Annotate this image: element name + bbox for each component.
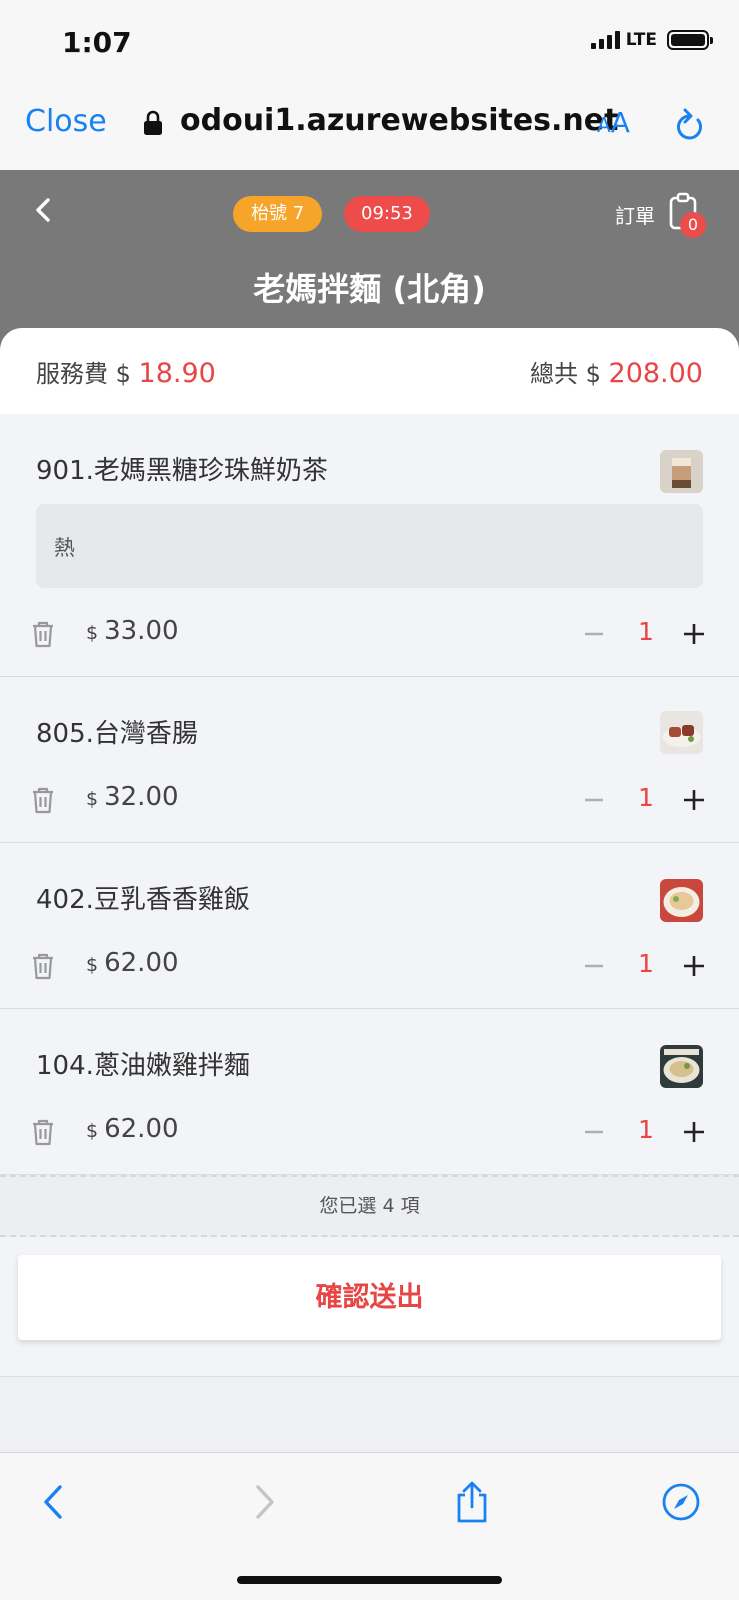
status-bar: 1:07 LTE bbox=[0, 0, 739, 86]
back-icon[interactable] bbox=[34, 1479, 74, 1525]
forward-icon[interactable] bbox=[244, 1479, 284, 1525]
cart-item-list: 901.老媽黑糖珍珠鮮奶茶 熱 $33.00 1 805.台灣香腸 $ 32.0… bbox=[0, 414, 739, 1175]
item-note: 熱 bbox=[36, 504, 703, 588]
home-indicator bbox=[237, 1576, 502, 1584]
signal-icon bbox=[590, 31, 620, 49]
trash-icon[interactable] bbox=[30, 786, 56, 814]
app-header: 枱號 7 09:53 訂單 0 老媽拌麵 (北角) bbox=[0, 170, 739, 350]
item-quantity: 1 bbox=[638, 949, 654, 978]
item-name: 805.台灣香腸 bbox=[36, 719, 198, 749]
item-price: $62.00 bbox=[86, 948, 179, 978]
network-label: LTE bbox=[625, 30, 657, 50]
increase-quantity-button[interactable] bbox=[682, 1118, 706, 1146]
item-price: $62.00 bbox=[86, 1114, 179, 1144]
back-arrow-icon[interactable] bbox=[30, 192, 58, 228]
service-fee-value: 18.90 bbox=[138, 358, 216, 389]
item-name: 104.蔥油嫩雞拌麵 bbox=[36, 1051, 250, 1081]
cart-item: 402.豆乳香香雞飯 $62.00 1 bbox=[0, 843, 739, 1009]
cart-item: 805.台灣香腸 $32.00 1 bbox=[0, 677, 739, 843]
decrease-quantity-button[interactable] bbox=[582, 1118, 606, 1146]
sausage-thumbnail-icon bbox=[660, 711, 703, 754]
total-amount: 總共 $ 208.00 bbox=[529, 358, 703, 389]
service-fee: 服務費 $ 18.90 bbox=[36, 358, 216, 389]
close-button[interactable]: Close bbox=[25, 104, 107, 139]
total-value: 208.00 bbox=[608, 358, 703, 389]
increase-quantity-button[interactable] bbox=[682, 952, 706, 980]
confirm-submit-button[interactable]: 確認送出 bbox=[18, 1255, 721, 1340]
text-size-button[interactable]: AA bbox=[597, 106, 630, 139]
orders-count-badge: 0 bbox=[680, 212, 706, 238]
decrease-quantity-button[interactable] bbox=[582, 620, 606, 648]
trash-icon[interactable] bbox=[30, 620, 56, 648]
trash-icon[interactable] bbox=[30, 952, 56, 980]
item-name: 402.豆乳香香雞飯 bbox=[36, 885, 250, 915]
item-quantity: 1 bbox=[638, 617, 654, 646]
store-title: 老媽拌麵 (北角) bbox=[253, 270, 486, 308]
selected-count-text: 您已選 4 項 bbox=[0, 1175, 739, 1237]
cart-item: 901.老媽黑糖珍珠鮮奶茶 熱 $33.00 1 bbox=[0, 414, 739, 677]
chicken-noodle-thumbnail-icon bbox=[660, 1045, 703, 1088]
table-number-badge: 枱號 7 bbox=[233, 196, 323, 232]
item-price: $32.00 bbox=[86, 782, 179, 812]
orders-label[interactable]: 訂單 bbox=[615, 200, 655, 229]
item-name: 901.老媽黑糖珍珠鮮奶茶 bbox=[36, 456, 328, 486]
lock-icon bbox=[144, 110, 162, 135]
cart-item: 104.蔥油嫩雞拌麵 $62.00 1 bbox=[0, 1009, 739, 1175]
decrease-quantity-button[interactable] bbox=[582, 786, 606, 814]
battery-icon bbox=[667, 30, 713, 50]
order-summary: 服務費 $ 18.90 總共 $ 208.00 bbox=[0, 328, 739, 414]
compass-icon[interactable] bbox=[661, 1479, 701, 1525]
browser-url-bar: Close odoui1.azurewebsites.net AA bbox=[0, 86, 739, 170]
item-quantity: 1 bbox=[638, 783, 654, 812]
timer-badge: 09:53 bbox=[344, 196, 430, 232]
chicken-rice-thumbnail-icon bbox=[660, 879, 703, 922]
increase-quantity-button[interactable] bbox=[682, 620, 706, 648]
share-icon[interactable] bbox=[452, 1479, 492, 1525]
item-quantity: 1 bbox=[638, 1115, 654, 1144]
status-time: 1:07 bbox=[62, 26, 132, 59]
footer-spacer bbox=[0, 1376, 739, 1452]
increase-quantity-button[interactable] bbox=[682, 786, 706, 814]
trash-icon[interactable] bbox=[30, 1118, 56, 1146]
item-price: $33.00 bbox=[86, 616, 179, 646]
url-text[interactable]: odoui1.azurewebsites.net bbox=[180, 103, 618, 138]
status-indicators: LTE bbox=[590, 30, 713, 50]
milk-tea-thumbnail-icon bbox=[660, 450, 703, 493]
reload-icon[interactable] bbox=[672, 104, 706, 144]
decrease-quantity-button[interactable] bbox=[582, 952, 606, 980]
